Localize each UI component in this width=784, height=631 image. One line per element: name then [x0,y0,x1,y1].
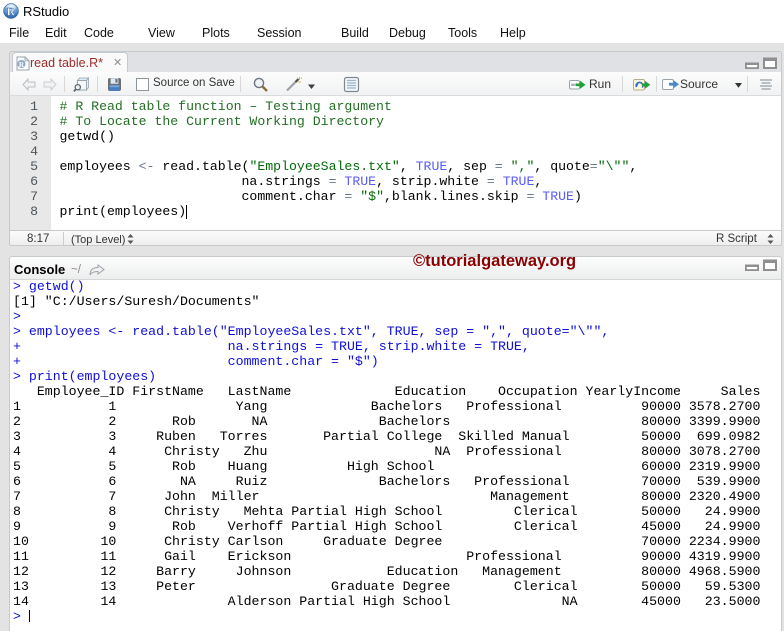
svg-text:R: R [7,5,16,19]
svg-text:R: R [19,60,25,69]
